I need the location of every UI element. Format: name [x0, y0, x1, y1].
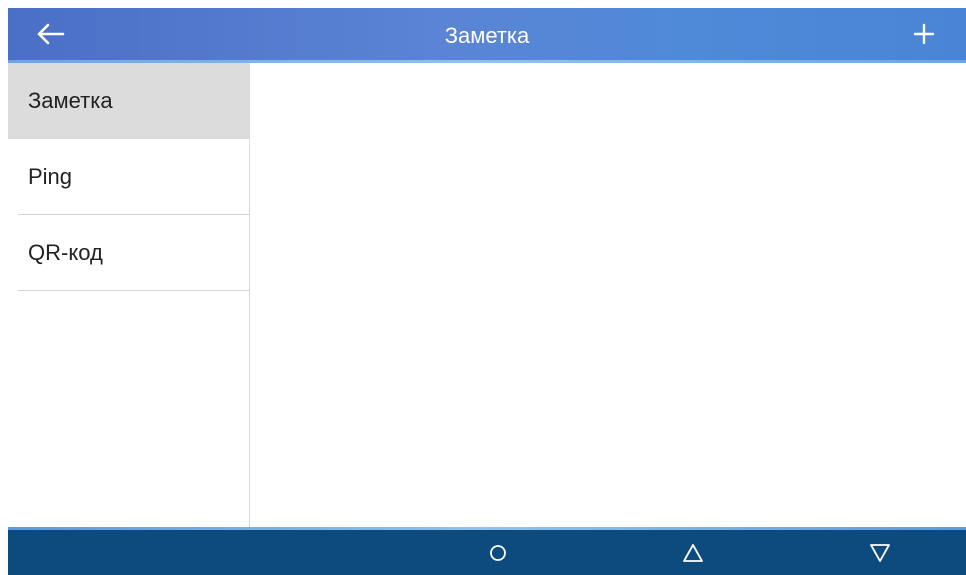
sidebar-item-note[interactable]: Заметка [8, 63, 249, 139]
sidebar-item-label: QR-код [28, 240, 103, 265]
triangle-down-button[interactable] [860, 533, 900, 573]
sidebar-item-label: Ping [28, 164, 73, 189]
sidebar: Заметка Ping QR-код [8, 63, 250, 527]
sidebar-item-label: Заметка [28, 88, 113, 113]
main-content-area [251, 63, 966, 527]
triangle-up-icon [683, 544, 703, 562]
home-button[interactable] [478, 533, 518, 573]
page-title: Заметка [444, 23, 530, 48]
sidebar-item-qr-code[interactable]: QR-код [8, 215, 249, 291]
circle-icon [490, 545, 506, 561]
app-screen: Заметка Заметка Ping QR-код [0, 0, 966, 575]
system-navigation-bar [8, 527, 966, 575]
top-app-bar: Заметка [8, 8, 966, 63]
sidebar-item-ping[interactable]: Ping [8, 139, 249, 215]
triangle-down-icon [870, 544, 890, 562]
add-button[interactable] [902, 14, 946, 54]
arrow-left-icon [37, 23, 65, 45]
plus-icon [913, 23, 935, 45]
back-button[interactable] [28, 14, 72, 54]
triangle-up-button[interactable] [673, 533, 713, 573]
